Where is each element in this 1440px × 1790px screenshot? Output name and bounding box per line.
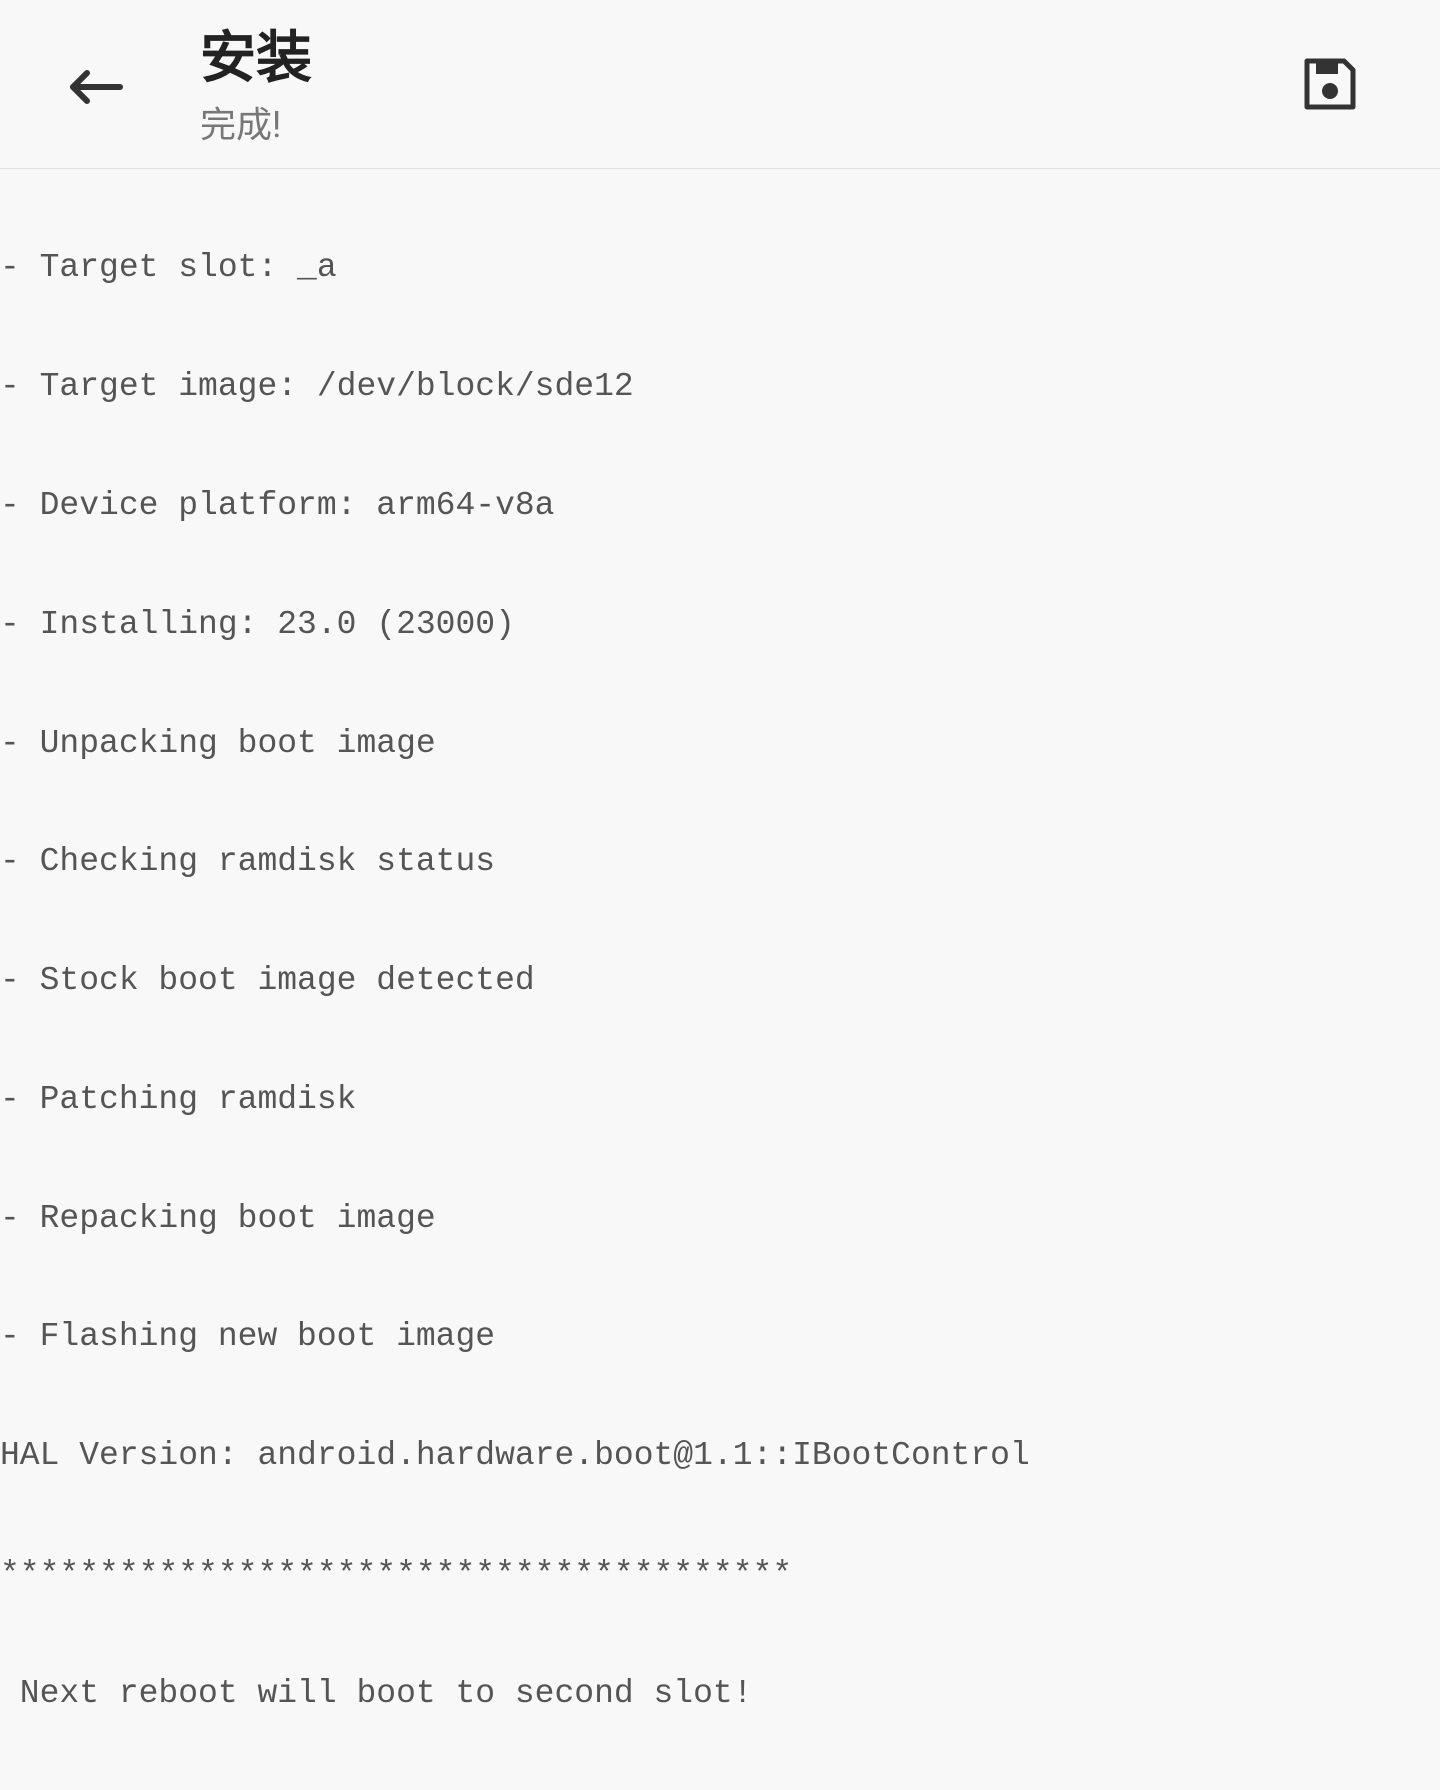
log-line: HAL Version: android.hardware.boot@1.1::…	[0, 1436, 1440, 1476]
log-line: - Checking ramdisk status	[0, 842, 1440, 882]
log-line: - Stock boot image detected	[0, 961, 1440, 1001]
log-line: - Installing: 23.0 (23000)	[0, 605, 1440, 645]
save-button[interactable]	[1300, 54, 1360, 114]
log-line: Next reboot will boot to second slot!	[0, 1674, 1440, 1714]
log-line: - Repacking boot image	[0, 1199, 1440, 1239]
page-title: 安装	[200, 25, 312, 92]
log-line: - Target slot: _a	[0, 248, 1440, 288]
log-line: - Patching ramdisk	[0, 1080, 1440, 1120]
log-line: - Flashing new boot image	[0, 1317, 1440, 1357]
page-subtitle: 完成!	[200, 96, 312, 148]
save-icon	[1302, 56, 1358, 112]
log-output: - Target slot: _a - Target image: /dev/b…	[0, 169, 1440, 1790]
log-line: ****************************************	[0, 1555, 1440, 1595]
back-button[interactable]	[60, 52, 130, 122]
title-group: 安装 完成!	[200, 25, 312, 148]
header: 安装 完成!	[0, 0, 1440, 169]
arrow-left-icon	[65, 67, 125, 107]
log-line: - Unpacking boot image	[0, 724, 1440, 764]
log-line: - Target image: /dev/block/sde12	[0, 367, 1440, 407]
log-line: - Device platform: arm64-v8a	[0, 486, 1440, 526]
